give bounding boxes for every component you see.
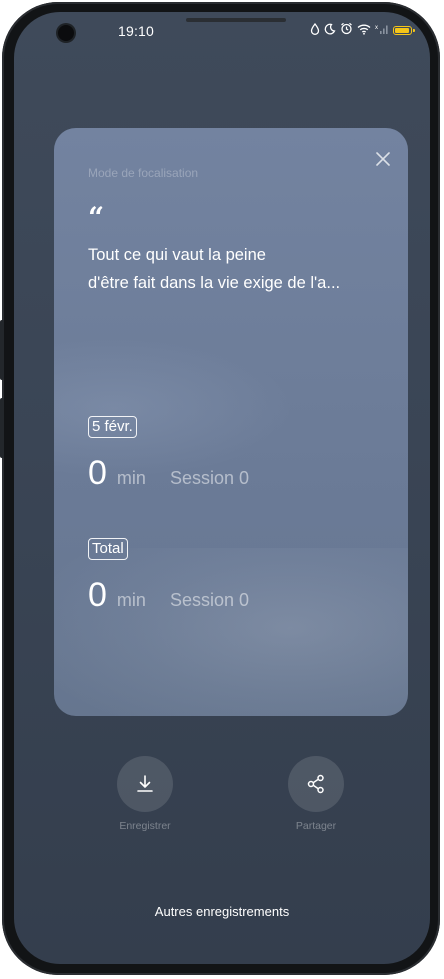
total-session: Session 0 — [169, 590, 249, 610]
save-button[interactable] — [117, 756, 173, 812]
phone-side-button — [0, 320, 4, 380]
card-background-cloud — [54, 548, 408, 716]
more-records-link[interactable]: Autres enregistrements — [14, 904, 430, 919]
share-button[interactable] — [288, 756, 344, 812]
quote-line-2: d'être fait dans la vie exige de l'a... — [88, 274, 341, 292]
total-stats: 0 min Session 0 — [88, 576, 249, 615]
total-tag: Total — [88, 538, 128, 560]
download-icon — [137, 775, 153, 792]
date-tag: 5 févr. — [88, 416, 137, 438]
moon-icon — [324, 23, 336, 39]
card-mode-title: Mode de focalisation — [88, 166, 199, 180]
share-icon — [307, 774, 324, 794]
today-stats: 0 min Session 0 — [88, 454, 249, 493]
alarm-icon — [340, 22, 353, 39]
focus-card: Mode de focalisation “ Tout ce qui vaut … — [54, 128, 408, 716]
wifi-icon — [357, 23, 371, 39]
water-drop-icon — [310, 22, 320, 39]
battery-icon — [393, 26, 415, 35]
svg-text:x: x — [375, 25, 378, 31]
quote-mark: “ — [88, 201, 105, 234]
total-minutes: 0 — [88, 576, 107, 614]
front-camera — [58, 25, 74, 41]
status-time: 19:10 — [118, 23, 155, 39]
today-unit: min — [116, 468, 146, 488]
status-icons: x — [310, 22, 415, 39]
share-label: Partager — [295, 820, 337, 832]
speaker-grille — [186, 18, 286, 22]
total-unit: min — [116, 590, 146, 610]
screen: 19:10 x Mode de focalisation “ Tout ce q… — [14, 12, 430, 964]
close-icon[interactable] — [372, 148, 394, 170]
today-minutes: 0 — [88, 454, 107, 492]
signal-icon: x — [375, 23, 389, 39]
phone-side-button — [0, 398, 4, 458]
quote-line-1: Tout ce qui vaut la peine — [88, 246, 266, 264]
today-session: Session 0 — [169, 468, 249, 488]
save-label: Enregistrer — [119, 820, 171, 832]
